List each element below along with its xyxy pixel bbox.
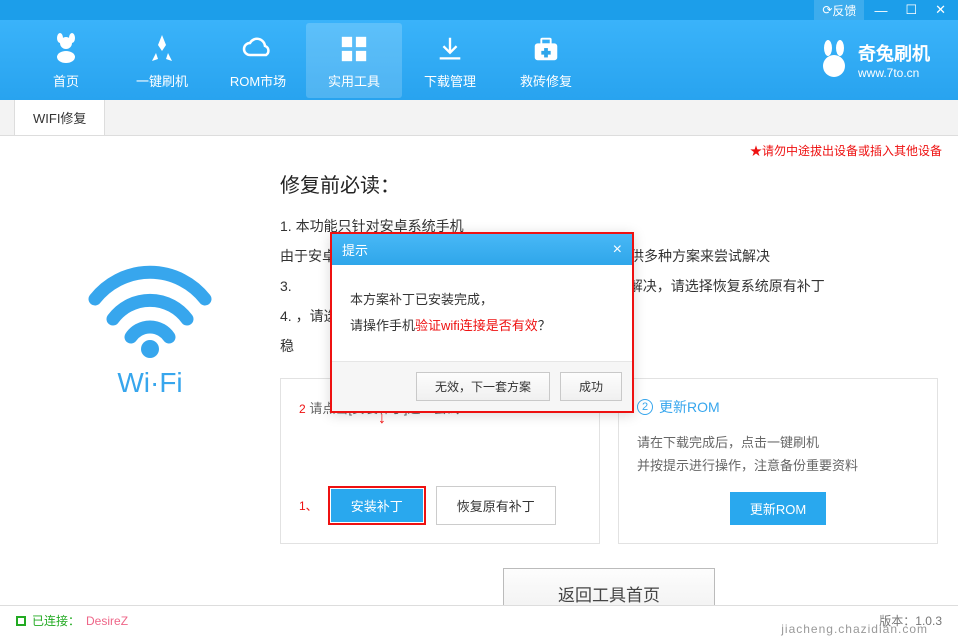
dialog-line: 本方案补丁已安装完成，	[350, 287, 614, 313]
download-icon	[432, 31, 468, 67]
card-update-rom: 2更新ROM 请在下载完成后，点击一键刷机 并按提示进行操作，注意备份重要资料 …	[618, 378, 938, 544]
nav-tools[interactable]: 实用工具	[306, 23, 402, 98]
navbar: 首页 一键刷机 ROM市场 实用工具 下载管理 救砖修复 奇兔刷机 www.7t…	[0, 20, 958, 100]
brand-title: 奇兔刷机	[858, 40, 930, 66]
nav-home[interactable]: 首页	[18, 23, 114, 98]
brand: 奇兔刷机 www.7to.cn	[818, 40, 930, 80]
brand-url: www.7to.cn	[858, 66, 930, 80]
grid-icon	[336, 31, 372, 67]
card-desc: 请在下载完成后，点击一键刷机 并按提示进行操作，注意备份重要资料	[637, 431, 919, 478]
dialog-success-button[interactable]: 成功	[560, 372, 622, 401]
cloud-icon	[240, 31, 276, 67]
dialog-line: 请操作手机验证wifi连接是否有效？	[350, 313, 614, 339]
medkit-icon	[528, 31, 564, 67]
feedback-button[interactable]: ⟳ 反馈	[814, 0, 864, 20]
status-indicator-icon	[16, 616, 26, 626]
nav-download[interactable]: 下载管理	[402, 23, 498, 98]
nav-rescue[interactable]: 救砖修复	[498, 23, 594, 98]
card-header: 2更新ROM	[637, 397, 919, 417]
card-actions: 更新ROM	[637, 492, 919, 525]
section-title: 修复前必读：	[280, 169, 938, 198]
highlight-box: 安装补丁	[328, 486, 426, 525]
nav-flash[interactable]: 一键刷机	[114, 23, 210, 98]
nav-label: 实用工具	[328, 71, 380, 90]
dialog-body: 本方案补丁已安装完成， 请操作手机验证wifi连接是否有效？	[332, 265, 632, 361]
dialog-footer: 无效，下一套方案 成功	[332, 361, 632, 411]
tabbar: WIFI修复	[0, 100, 958, 136]
nav-label: 一键刷机	[136, 71, 188, 90]
rocket-icon	[144, 31, 180, 67]
nav-label: ROM市场	[230, 71, 286, 90]
dialog: 提示 × 本方案补丁已安装完成， 请操作手机验证wifi连接是否有效？ 无效，下…	[330, 232, 634, 413]
device-name: DesireZ	[86, 614, 128, 628]
warning-text: ★请勿中途拔出设备或插入其他设备	[0, 136, 958, 159]
titlebar: ⟳ 反馈 — ☐ ✕	[0, 0, 958, 20]
tab-wifi-repair[interactable]: WIFI修复	[14, 99, 105, 135]
dialog-invalid-button[interactable]: 无效，下一套方案	[416, 372, 550, 401]
annotation-arrow: ↓	[378, 410, 386, 428]
wifi-label: Wi·Fi	[117, 367, 182, 399]
left-column: Wi·Fi	[20, 169, 280, 619]
dialog-title: 提示	[342, 240, 368, 259]
annotation-1: 1、	[299, 497, 318, 514]
close-window-button[interactable]: ✕	[927, 0, 954, 20]
home-icon	[48, 31, 84, 67]
dialog-header: 提示 ×	[332, 234, 632, 265]
minimize-button[interactable]: —	[866, 0, 895, 20]
watermark: jiacheng.chazidian.com	[781, 622, 928, 636]
wifi-icon	[80, 249, 220, 359]
restore-patch-button[interactable]: 恢复原有补丁	[436, 486, 556, 525]
nav-label: 下载管理	[424, 71, 476, 90]
nav-rom-market[interactable]: ROM市场	[210, 23, 306, 98]
nav-label: 救砖修复	[520, 71, 572, 90]
dialog-close-button[interactable]: ×	[613, 241, 622, 259]
maximize-button[interactable]: ☐	[897, 0, 925, 20]
nav-label: 首页	[53, 71, 79, 90]
status-left: 已连接： DesireZ	[16, 612, 128, 629]
install-patch-button[interactable]: 安装补丁	[331, 489, 423, 522]
brand-logo-icon	[818, 40, 850, 80]
card-actions: 1、 安装补丁 恢复原有补丁	[299, 486, 581, 525]
update-rom-button[interactable]: 更新ROM	[730, 492, 826, 525]
connected-label: 已连接：	[32, 612, 80, 629]
